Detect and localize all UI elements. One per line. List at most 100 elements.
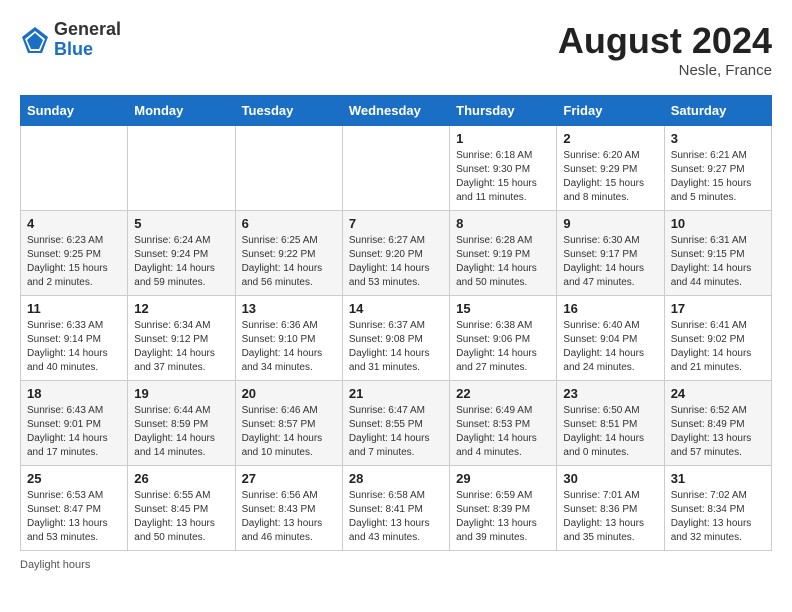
day-info: Sunrise: 6:44 AM Sunset: 8:59 PM Dayligh… [134,404,228,460]
day-info: Sunrise: 6:56 AM Sunset: 8:43 PM Dayligh… [242,489,336,545]
day-info: Sunrise: 6:18 AM Sunset: 9:30 PM Dayligh… [456,149,550,205]
calendar-day-cell: 3 Sunrise: 6:21 AM Sunset: 9:27 PM Daylig… [664,126,771,211]
calendar-week-row: 25Sunrise: 6:53 AM Sunset: 8:47 PM Dayli… [21,466,772,551]
day-number: 17 [671,301,765,316]
day-number: 21 [349,386,443,401]
day-info: Sunrise: 6:20 AM Sunset: 9:29 PM Dayligh… [563,149,657,205]
calendar-week-row: 11 Sunrise: 6:33 AM Sunset: 9:14 PM Dayli… [21,296,772,381]
day-info: Sunrise: 6:38 AM Sunset: 9:06 PM Dayligh… [456,319,550,375]
day-info: Sunrise: 6:53 AM Sunset: 8:47 PM Dayligh… [27,489,121,545]
day-number: 23 [563,386,657,401]
calendar-day-cell: 17 Sunrise: 6:41 AM Sunset: 9:02 PM Dayli… [664,296,771,381]
calendar-day-cell [128,126,235,211]
calendar-day-cell: 2 Sunrise: 6:20 AM Sunset: 9:29 PM Daylig… [557,126,664,211]
day-info: Sunrise: 6:49 AM Sunset: 8:53 PM Dayligh… [456,404,550,460]
calendar-day-cell: 27 Sunrise: 6:56 AM Sunset: 8:43 PM Dayli… [235,466,342,551]
weekday-header: Monday [128,96,235,126]
page-header: General Blue August 2024 Nesle, France [20,20,772,79]
day-info: Sunrise: 6:46 AM Sunset: 8:57 PM Dayligh… [242,404,336,460]
day-number: 20 [242,386,336,401]
day-number: 4 [27,216,121,231]
day-number: 14 [349,301,443,316]
day-number: 3 [671,131,765,146]
day-info: Sunrise: 6:47 AM Sunset: 8:55 PM Dayligh… [349,404,443,460]
day-number: 2 [563,131,657,146]
day-number: 9 [563,216,657,231]
day-info: Sunrise: 6:37 AM Sunset: 9:08 PM Dayligh… [349,319,443,375]
calendar-day-cell: 19 Sunrise: 6:44 AM Sunset: 8:59 PM Dayli… [128,381,235,466]
day-number: 27 [242,471,336,486]
calendar-day-cell: 8 Sunrise: 6:28 AM Sunset: 9:19 PM Daylig… [450,211,557,296]
day-info: Sunrise: 6:24 AM Sunset: 9:24 PM Dayligh… [134,234,228,290]
calendar-week-row: 1 Sunrise: 6:18 AM Sunset: 9:30 PM Daylig… [21,126,772,211]
day-info: Sunrise: 7:02 AM Sunset: 8:34 PM Dayligh… [671,489,765,545]
day-info: Sunrise: 6:23 AM Sunset: 9:25 PM Dayligh… [27,234,121,290]
calendar-day-cell: 30Sunrise: 7:01 AM Sunset: 8:36 PM Dayli… [557,466,664,551]
calendar-day-cell: 14 Sunrise: 6:37 AM Sunset: 9:08 PM Dayli… [342,296,449,381]
day-info: Sunrise: 6:55 AM Sunset: 8:45 PM Dayligh… [134,489,228,545]
day-number: 31 [671,471,765,486]
calendar-day-cell: 7Sunrise: 6:27 AM Sunset: 9:20 PM Daylig… [342,211,449,296]
day-info: Sunrise: 6:50 AM Sunset: 8:51 PM Dayligh… [563,404,657,460]
calendar-day-cell: 9 Sunrise: 6:30 AM Sunset: 9:17 PM Daylig… [557,211,664,296]
calendar-day-cell: 4 Sunrise: 6:23 AM Sunset: 9:25 PM Daylig… [21,211,128,296]
day-info: Sunrise: 6:33 AM Sunset: 9:14 PM Dayligh… [27,319,121,375]
calendar-day-cell: 23 Sunrise: 6:50 AM Sunset: 8:51 PM Dayli… [557,381,664,466]
calendar-day-cell: 6Sunrise: 6:25 AM Sunset: 9:22 PM Daylig… [235,211,342,296]
logo: General Blue [20,20,121,60]
day-number: 7 [349,216,443,231]
calendar-day-cell: 31 Sunrise: 7:02 AM Sunset: 8:34 PM Dayli… [664,466,771,551]
calendar-day-cell: 22 Sunrise: 6:49 AM Sunset: 8:53 PM Dayli… [450,381,557,466]
footer-note: Daylight hours [20,559,772,571]
day-info: Sunrise: 6:21 AM Sunset: 9:27 PM Dayligh… [671,149,765,205]
day-number: 10 [671,216,765,231]
day-number: 19 [134,386,228,401]
day-info: Sunrise: 6:28 AM Sunset: 9:19 PM Dayligh… [456,234,550,290]
day-info: Sunrise: 6:59 AM Sunset: 8:39 PM Dayligh… [456,489,550,545]
calendar-day-cell [342,126,449,211]
calendar-day-cell: 20 Sunrise: 6:46 AM Sunset: 8:57 PM Dayli… [235,381,342,466]
calendar-week-row: 18Sunrise: 6:43 AM Sunset: 9:01 PM Dayli… [21,381,772,466]
calendar-day-cell: 10 Sunrise: 6:31 AM Sunset: 9:15 PM Dayli… [664,211,771,296]
day-info: Sunrise: 6:52 AM Sunset: 8:49 PM Dayligh… [671,404,765,460]
day-number: 28 [349,471,443,486]
day-number: 5 [134,216,228,231]
day-info: Sunrise: 6:43 AM Sunset: 9:01 PM Dayligh… [27,404,121,460]
logo-icon [20,25,50,55]
day-info: Sunrise: 6:41 AM Sunset: 9:02 PM Dayligh… [671,319,765,375]
day-info: Sunrise: 6:30 AM Sunset: 9:17 PM Dayligh… [563,234,657,290]
day-number: 13 [242,301,336,316]
day-info: Sunrise: 6:58 AM Sunset: 8:41 PM Dayligh… [349,489,443,545]
day-info: Sunrise: 6:34 AM Sunset: 9:12 PM Dayligh… [134,319,228,375]
day-number: 15 [456,301,550,316]
month-year-title: August 2024 [558,20,772,62]
calendar-day-cell: 12 Sunrise: 6:34 AM Sunset: 9:12 PM Dayli… [128,296,235,381]
weekday-header: Friday [557,96,664,126]
calendar-day-cell: 5 Sunrise: 6:24 AM Sunset: 9:24 PM Daylig… [128,211,235,296]
calendar-day-cell [21,126,128,211]
calendar-day-cell: 18Sunrise: 6:43 AM Sunset: 9:01 PM Dayli… [21,381,128,466]
day-info: Sunrise: 6:25 AM Sunset: 9:22 PM Dayligh… [242,234,336,290]
day-number: 11 [27,301,121,316]
calendar-week-row: 4 Sunrise: 6:23 AM Sunset: 9:25 PM Daylig… [21,211,772,296]
logo-general-text: General [54,20,121,40]
day-number: 1 [456,131,550,146]
calendar-day-cell: 1 Sunrise: 6:18 AM Sunset: 9:30 PM Daylig… [450,126,557,211]
day-number: 8 [456,216,550,231]
day-number: 24 [671,386,765,401]
calendar-day-cell: 11 Sunrise: 6:33 AM Sunset: 9:14 PM Dayli… [21,296,128,381]
weekday-header: Tuesday [235,96,342,126]
logo-blue-text: Blue [54,40,121,60]
day-number: 22 [456,386,550,401]
weekday-header: Saturday [664,96,771,126]
calendar-day-cell: 25Sunrise: 6:53 AM Sunset: 8:47 PM Dayli… [21,466,128,551]
location-subtitle: Nesle, France [558,62,772,79]
day-number: 12 [134,301,228,316]
calendar-day-cell: 24 Sunrise: 6:52 AM Sunset: 8:49 PM Dayli… [664,381,771,466]
day-info: Sunrise: 6:31 AM Sunset: 9:15 PM Dayligh… [671,234,765,290]
day-number: 26 [134,471,228,486]
weekday-header: Thursday [450,96,557,126]
calendar-day-cell: 21 Sunrise: 6:47 AM Sunset: 8:55 PM Dayli… [342,381,449,466]
day-number: 30 [563,471,657,486]
calendar-day-cell: 16Sunrise: 6:40 AM Sunset: 9:04 PM Dayli… [557,296,664,381]
